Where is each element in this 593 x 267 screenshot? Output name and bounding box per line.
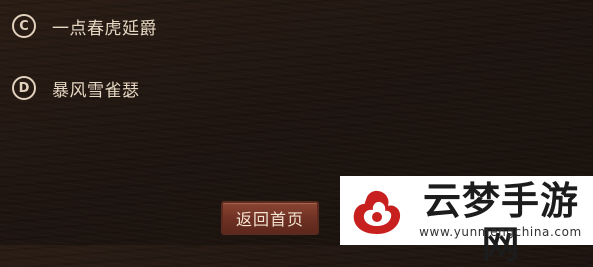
watermark: 云梦手游网 www.yunmengchina.com [340, 176, 593, 267]
option-c-text: 一点春虎延爵 [52, 18, 157, 39]
back-to-home-button[interactable]: 返回首页 [221, 201, 319, 235]
answer-option-c[interactable]: C 一点春虎延爵 [12, 11, 157, 41]
option-d-badge: D [12, 76, 36, 100]
answer-option-d[interactable]: D 暴风雪雀瑟 [12, 73, 140, 103]
watermark-url: www.yunmengchina.com [419, 225, 582, 239]
watermark-brand-name: 云梦手游网 [422, 179, 579, 267]
option-c-badge: C [12, 14, 36, 38]
cloud-logo-icon [353, 190, 401, 234]
option-d-text: 暴风雪雀瑟 [52, 80, 140, 101]
